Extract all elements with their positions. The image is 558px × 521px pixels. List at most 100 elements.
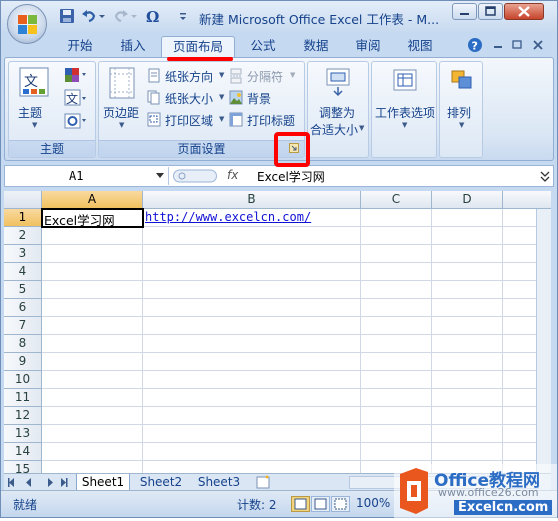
cell-B1-hyperlink[interactable]: http://www.excelcn.com/: [145, 210, 311, 224]
themes-button-label[interactable]: 主题: [18, 104, 42, 121]
scale-to-fit-line1[interactable]: 调整为: [319, 104, 355, 121]
theme-colors-icon[interactable]: [64, 67, 88, 86]
row-header[interactable]: 10: [4, 371, 42, 389]
vertical-scrollbar[interactable]: [536, 209, 551, 473]
tab-view[interactable]: 视图: [399, 36, 441, 57]
zoom-level[interactable]: 100%: [356, 496, 390, 510]
sheet-tab-1[interactable]: Sheet1: [76, 474, 130, 491]
scale-to-fit-icon[interactable]: [324, 67, 352, 100]
theme-effects-icon[interactable]: [64, 113, 88, 132]
background-button[interactable]: 背景: [247, 90, 271, 107]
row-header[interactable]: 15: [4, 461, 42, 473]
customize-icon[interactable]: [178, 8, 188, 24]
row-header[interactable]: 4: [4, 263, 42, 281]
sheet-navigation-icons[interactable]: [8, 477, 68, 488]
scale-to-fit-dropdown-icon[interactable]: ▼: [359, 124, 364, 132]
gridline: [42, 352, 551, 353]
close-button[interactable]: [504, 3, 544, 20]
row-header[interactable]: 5: [4, 281, 42, 299]
sheet-tab-3[interactable]: Sheet3: [192, 474, 246, 491]
tab-review[interactable]: 审阅: [347, 36, 389, 57]
print-area-button[interactable]: 打印区域: [165, 112, 213, 129]
tab-data[interactable]: 数据: [295, 36, 337, 57]
row-header[interactable]: 14: [4, 443, 42, 461]
name-box[interactable]: A1: [9, 167, 169, 185]
group-sheet-options: 工作表选项 ▼: [371, 61, 437, 158]
margins-icon[interactable]: [109, 67, 135, 102]
arrange-icon[interactable]: [449, 67, 475, 100]
workbook-close-icon[interactable]: [531, 37, 547, 53]
excel-window: Ω 新建 Microsoft Office Excel 工作表 - M... 开…: [0, 0, 558, 518]
row-header[interactable]: 2: [4, 227, 42, 245]
name-box-value: A1: [69, 169, 84, 183]
formula-input[interactable]: Excel学习网: [257, 168, 325, 185]
sheet-options-icon[interactable]: [391, 67, 419, 100]
size-icon: [147, 90, 161, 109]
group-themes-label: 主题: [9, 140, 95, 157]
gridline: [42, 424, 551, 425]
size-button[interactable]: 纸张大小: [165, 90, 213, 107]
name-box-dropdown-icon[interactable]: [155, 172, 165, 180]
arrange-label[interactable]: 排列: [447, 104, 471, 121]
omega-icon[interactable]: Ω: [144, 8, 162, 26]
column-header-E[interactable]: [503, 191, 551, 209]
tab-home[interactable]: 开始: [59, 36, 101, 57]
margins-dropdown-icon[interactable]: ▼: [119, 121, 124, 129]
insert-function-icon[interactable]: fx: [227, 168, 238, 182]
themes-icon[interactable]: 文: [19, 67, 49, 100]
row-header[interactable]: 1: [4, 209, 42, 227]
redo-icon[interactable]: [113, 8, 129, 24]
tab-page-layout[interactable]: 页面布局: [161, 36, 235, 57]
margins-button-label[interactable]: 页边距: [103, 104, 139, 121]
page-setup-launcher-icon[interactable]: [289, 142, 299, 156]
row-header[interactable]: 8: [4, 335, 42, 353]
row-header[interactable]: 9: [4, 353, 42, 371]
breaks-dropdown-icon[interactable]: ▼: [290, 71, 295, 79]
worksheet-grid[interactable]: A B C D 1 2 3 4 5 6 7 8 9 10 11 12 13 14…: [4, 191, 551, 473]
scale-to-fit-line2[interactable]: 合适大小: [310, 121, 358, 138]
breaks-button[interactable]: 分隔符: [247, 68, 283, 85]
expand-formula-bar-icon[interactable]: [539, 169, 551, 183]
save-icon[interactable]: [59, 8, 75, 24]
column-header-D[interactable]: D: [432, 191, 503, 209]
sheet-options-label[interactable]: 工作表选项: [375, 104, 435, 121]
formula-bar-resize-handle[interactable]: [173, 168, 217, 184]
column-header-B[interactable]: B: [143, 191, 361, 209]
row-header[interactable]: 6: [4, 299, 42, 317]
theme-fonts-icon[interactable]: 文: [64, 89, 88, 110]
row-header[interactable]: 11: [4, 389, 42, 407]
sheet-options-dropdown-icon[interactable]: ▼: [402, 121, 407, 129]
size-dropdown-icon[interactable]: ▼: [219, 93, 224, 101]
redo-dropdown-icon[interactable]: [130, 8, 138, 24]
gridline: [42, 262, 551, 263]
view-buttons[interactable]: [291, 496, 351, 512]
sheet-tab-2[interactable]: Sheet2: [134, 474, 188, 491]
column-header-A[interactable]: A: [42, 191, 143, 209]
print-area-dropdown-icon[interactable]: ▼: [219, 115, 224, 123]
select-all-corner[interactable]: [4, 191, 42, 209]
office-logo-icon: [18, 15, 37, 34]
tab-formulas[interactable]: 公式: [242, 36, 284, 57]
themes-dropdown-icon[interactable]: ▼: [32, 121, 37, 129]
gridline: [42, 280, 551, 281]
row-header[interactable]: 13: [4, 425, 42, 443]
ribbon-restore-icon[interactable]: [510, 37, 526, 53]
arrange-dropdown-icon[interactable]: ▼: [459, 121, 464, 129]
undo-dropdown-icon[interactable]: [98, 8, 106, 24]
insert-sheet-icon[interactable]: [255, 475, 273, 490]
row-header[interactable]: 3: [4, 245, 42, 263]
restore-button[interactable]: [478, 3, 503, 20]
help-icon[interactable]: ?: [467, 37, 483, 53]
row-header[interactable]: 12: [4, 407, 42, 425]
cell-A1[interactable]: Excel学习网: [44, 210, 115, 229]
orientation-dropdown-icon[interactable]: ▼: [219, 71, 224, 79]
undo-icon[interactable]: [81, 8, 97, 24]
print-titles-button[interactable]: 打印标题: [247, 112, 295, 129]
orientation-button[interactable]: 纸张方向: [165, 68, 213, 85]
minimize-button[interactable]: [452, 3, 477, 20]
column-header-C[interactable]: C: [361, 191, 432, 209]
ribbon-minimize-icon[interactable]: [491, 37, 507, 53]
row-header[interactable]: 7: [4, 317, 42, 335]
tab-insert[interactable]: 插入: [112, 36, 154, 57]
office-button[interactable]: [7, 4, 47, 44]
